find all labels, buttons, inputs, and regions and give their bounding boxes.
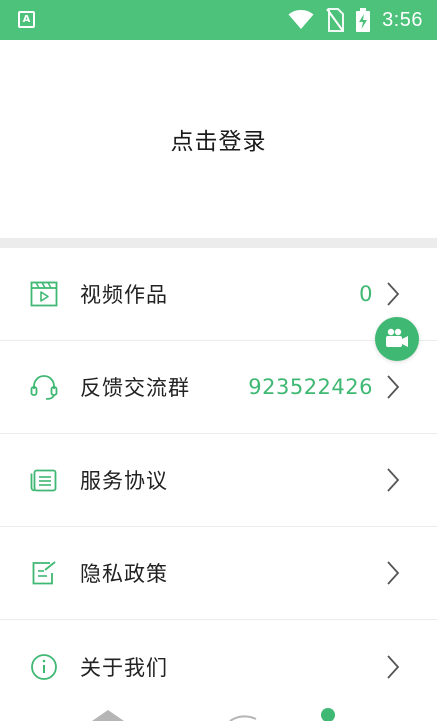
menu-item-feedback-group[interactable]: 反馈交流群 923522426 xyxy=(0,341,437,434)
menu-item-video-works[interactable]: 视频作品 0 xyxy=(0,248,437,341)
discover-icon[interactable] xyxy=(229,715,257,721)
chevron-right-icon xyxy=(383,466,403,494)
wifi-icon xyxy=(288,10,314,29)
privacy-policy-icon xyxy=(28,557,60,589)
menu-item-label: 反馈交流群 xyxy=(80,376,190,400)
profile-icon[interactable] xyxy=(321,708,335,721)
profile-header: 点击登录 xyxy=(0,40,437,238)
video-works-icon xyxy=(28,278,60,310)
status-time: 3:56 xyxy=(382,8,423,31)
section-divider xyxy=(0,238,437,248)
record-video-button[interactable] xyxy=(375,317,419,361)
chevron-right-icon xyxy=(383,373,403,401)
agreement-icon xyxy=(28,464,60,496)
video-count: 0 xyxy=(359,282,373,306)
menu-item-label: 服务协议 xyxy=(80,469,168,493)
menu-item-label: 视频作品 xyxy=(80,283,168,307)
battery-charging-icon xyxy=(356,8,371,32)
chevron-right-icon xyxy=(383,653,403,681)
bottom-navigation xyxy=(0,703,437,721)
home-icon[interactable] xyxy=(92,710,124,721)
status-bar: A 3:56 xyxy=(0,0,437,40)
login-button[interactable]: 点击登录 xyxy=(171,122,267,156)
chevron-right-icon xyxy=(383,559,403,587)
feedback-group-number: 923522426 xyxy=(248,375,373,399)
app-notification-icon: A xyxy=(18,11,35,28)
menu-item-label: 关于我们 xyxy=(80,655,168,680)
headset-icon xyxy=(28,371,60,403)
menu-item-label: 隐私政策 xyxy=(80,562,168,586)
settings-menu: 视频作品 0 反馈交流群 923522426 服务协议 隐私政策 关于我们 xyxy=(0,248,437,713)
chevron-right-icon xyxy=(383,280,403,308)
menu-item-privacy-policy[interactable]: 隐私政策 xyxy=(0,527,437,620)
about-icon xyxy=(28,651,60,683)
menu-item-about-us[interactable]: 关于我们 xyxy=(0,620,437,713)
no-sim-icon xyxy=(326,8,345,32)
menu-item-service-agreement[interactable]: 服务协议 xyxy=(0,434,437,527)
video-camera-icon xyxy=(386,328,408,347)
